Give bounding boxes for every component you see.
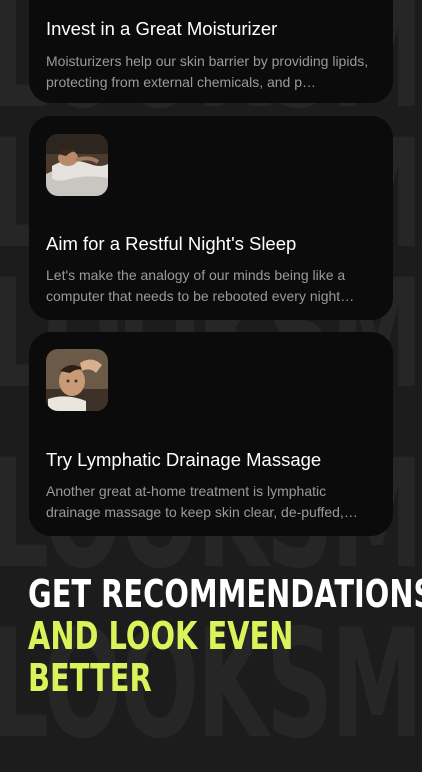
headline-line-2: AND LOOK EVEN [28,614,294,658]
massage-thumbnail-image [46,349,108,411]
card-title: Try Lymphatic Drainage Massage [46,449,322,470]
sleep-thumbnail-image [46,134,108,196]
card-description: Let's make the analogy of our minds bein… [46,267,355,304]
tip-card-sleep[interactable]: Aim for a Restful Night's Sleep Let's ma… [29,116,393,320]
tip-card-massage[interactable]: Try Lymphatic Drainage Massage Another g… [29,332,393,536]
card-title: Invest in a Great Moisturizer [46,18,278,39]
tip-card-moisturizer[interactable]: Invest in a Great Moisturizer Moisturize… [29,0,393,103]
card-title: Aim for a Restful Night's Sleep [46,233,297,254]
card-description: Another great at-home treatment is lymph… [46,483,358,520]
card-description: Moisturizers help our skin barrier by pr… [46,53,369,90]
headline-line-1: GET RECOMMENDATIONS [28,572,422,616]
headline-line-3: BETTER [28,656,152,700]
